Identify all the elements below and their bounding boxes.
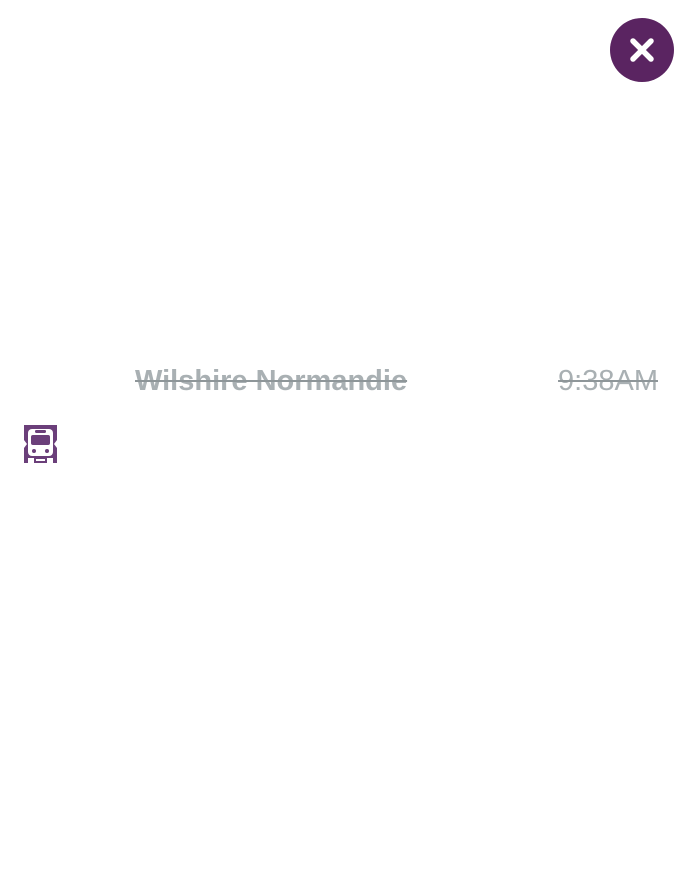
stop-name: Wilshire Normandie <box>135 365 408 397</box>
close-button[interactable] <box>610 18 674 82</box>
stop-time: 9:38AM <box>558 365 658 397</box>
train-icon <box>24 425 57 463</box>
stop-row: Wilshire Normandie 9:38AM <box>0 362 674 402</box>
close-icon <box>630 38 654 62</box>
